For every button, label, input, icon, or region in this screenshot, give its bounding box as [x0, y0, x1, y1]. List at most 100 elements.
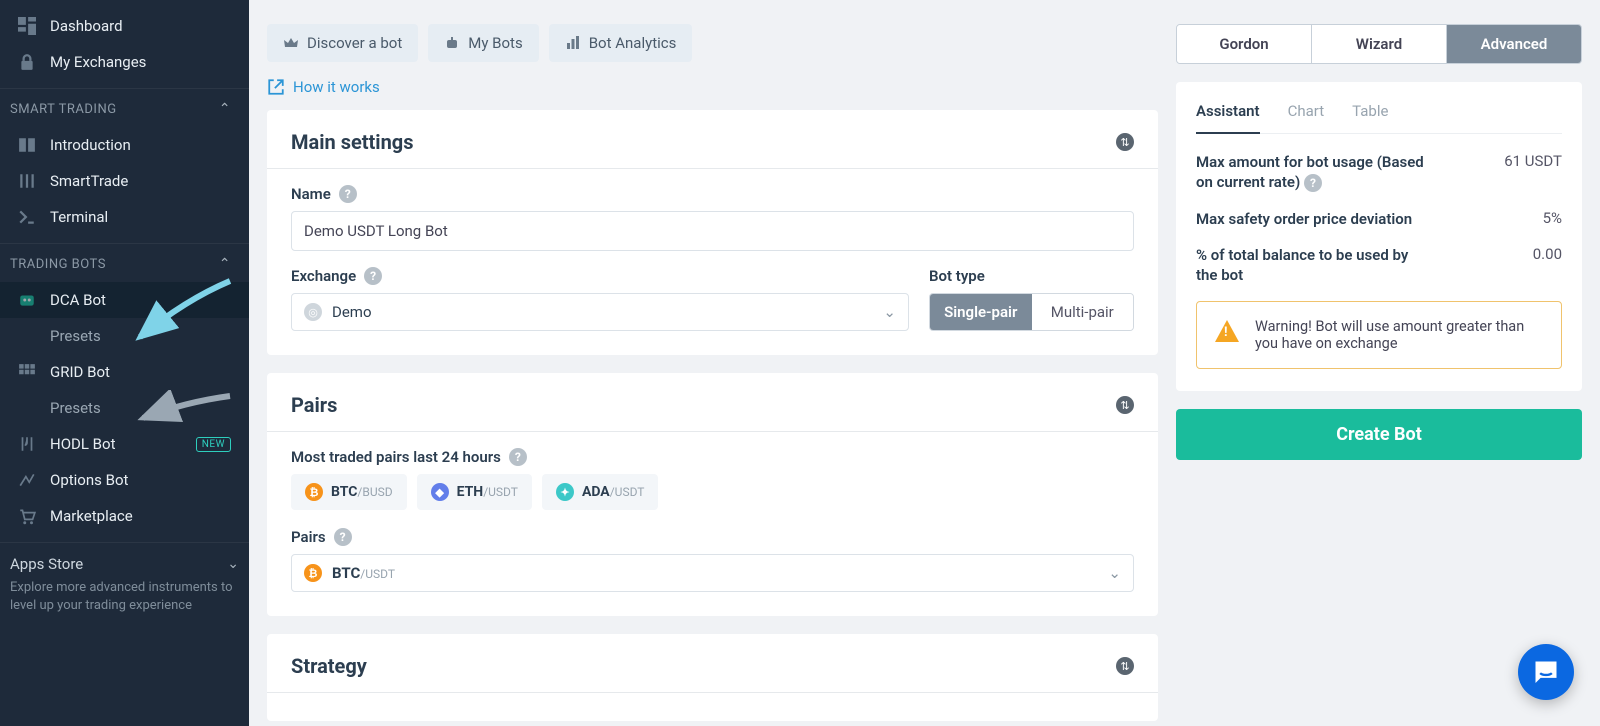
bot-type-single[interactable]: Single-pair: [930, 294, 1032, 330]
sidebar-section-apps-store[interactable]: Apps Store ⌄ Explore more advanced instr…: [0, 542, 249, 626]
robot-icon: [444, 35, 460, 51]
sidebar-item-hodl-bot[interactable]: HODL Bot NEW: [0, 426, 249, 462]
sidebar-item-my-exchanges[interactable]: My Exchanges: [0, 44, 249, 80]
card-main-settings: Main settings ⇅ Name ? Exchange ? ◎: [267, 110, 1158, 355]
subtab-assistant[interactable]: Assistant: [1196, 98, 1260, 134]
sidebar-label: Presets: [50, 399, 101, 417]
exchange-select[interactable]: ◎ Demo ⌄: [291, 293, 909, 331]
bot-name-input[interactable]: [291, 211, 1134, 251]
subtab-chart[interactable]: Chart: [1288, 98, 1325, 133]
bottype-label: Bot type: [929, 267, 985, 285]
sidebar-item-introduction[interactable]: Introduction: [0, 127, 249, 163]
warning-box: Warning! Bot will use amount greater tha…: [1196, 301, 1562, 369]
swap-icon[interactable]: ⇅: [1116, 133, 1134, 151]
top-tabs: Discover a bot My Bots Bot Analytics: [267, 0, 1158, 70]
new-badge: NEW: [196, 437, 231, 452]
card-strategy: Strategy ⇅: [267, 634, 1158, 721]
sidebar-item-grid-bot[interactable]: GRID Bot: [0, 354, 249, 390]
sidebar-label: Terminal: [50, 208, 108, 226]
pair-quote: /BUSD: [357, 485, 392, 499]
sliders-icon: [18, 172, 36, 190]
sidebar-item-dca-presets[interactable]: Presets: [0, 318, 249, 354]
tab-label: My Bots: [468, 34, 522, 52]
sidebar-item-terminal[interactable]: Terminal: [0, 199, 249, 235]
sidebar-item-dca-bot[interactable]: DCA Bot: [0, 282, 249, 318]
exchange-value: Demo: [332, 303, 372, 321]
chevron-down-icon: ⌄: [1108, 564, 1121, 582]
how-it-works-link[interactable]: How it works: [267, 70, 1158, 110]
coin-icon: ◆: [431, 483, 449, 501]
stat-label: Max safety order price deviation: [1196, 209, 1412, 229]
sidebar-label: GRID Bot: [50, 363, 110, 381]
sidebar-item-options-bot[interactable]: Options Bot: [0, 462, 249, 498]
help-icon[interactable]: ?: [1304, 174, 1322, 192]
right-column: Gordon Wizard Advanced Assistant Chart T…: [1176, 0, 1582, 726]
pair-chip[interactable]: ✦ADA/USDT: [542, 474, 659, 510]
mode-advanced[interactable]: Advanced: [1447, 25, 1581, 63]
card-title: Pairs: [291, 393, 337, 417]
subtab-table[interactable]: Table: [1352, 98, 1388, 133]
chat-icon: [1532, 658, 1560, 686]
assistant-panel: Assistant Chart Table Max amount for bot…: [1176, 82, 1582, 391]
sidebar-label: Dashboard: [50, 17, 123, 35]
crown-icon: [283, 35, 299, 51]
card-title: Main settings: [291, 130, 414, 154]
cutlery-icon: [18, 435, 36, 453]
section-label: SMART TRADING: [10, 102, 117, 117]
sidebar-label: Options Bot: [50, 471, 128, 489]
assistant-subtabs: Assistant Chart Table: [1196, 98, 1562, 134]
pair-quote: /USDT: [483, 485, 518, 499]
create-bot-button[interactable]: Create Bot: [1176, 409, 1582, 460]
mode-wizard[interactable]: Wizard: [1312, 25, 1447, 63]
pairs-select[interactable]: ₿ BTC/USDT ⌄: [291, 554, 1134, 592]
help-icon[interactable]: ?: [334, 528, 352, 546]
mode-gordon[interactable]: Gordon: [1177, 25, 1312, 63]
robot-icon: [18, 291, 36, 309]
stat-max-amount: Max amount for bot usage (Based on curre…: [1196, 152, 1562, 193]
sidebar-item-marketplace[interactable]: Marketplace: [0, 498, 249, 534]
lock-icon: [18, 53, 36, 71]
sidebar-label: SmartTrade: [50, 172, 128, 190]
sidebar-section-trading-bots[interactable]: TRADING BOTS ⌃: [0, 243, 249, 282]
external-link-icon: [267, 78, 285, 96]
tab-discover-bot[interactable]: Discover a bot: [267, 24, 418, 62]
chevron-down-icon: ⌄: [883, 303, 896, 321]
sidebar-section-smart-trading[interactable]: SMART TRADING ⌃: [0, 88, 249, 127]
sidebar-item-smarttrade[interactable]: SmartTrade: [0, 163, 249, 199]
help-icon[interactable]: ?: [364, 267, 382, 285]
bot-type-multi[interactable]: Multi-pair: [1032, 294, 1134, 330]
pair-chip[interactable]: ₿ BTC/BUSD: [291, 474, 407, 510]
sidebar-label: HODL Bot: [50, 435, 115, 453]
most-traded-label: Most traded pairs last 24 hours: [291, 448, 501, 466]
sidebar: Dashboard My Exchanges SMART TRADING ⌃ I…: [0, 0, 249, 726]
stat-value: 0.00: [1533, 245, 1562, 263]
help-icon[interactable]: ?: [509, 448, 527, 466]
cart-icon: [18, 507, 36, 525]
swap-icon[interactable]: ⇅: [1116, 657, 1134, 675]
options-icon: [18, 471, 36, 489]
pairs-label: Pairs: [291, 528, 326, 546]
card-title: Strategy: [291, 654, 367, 678]
help-icon[interactable]: ?: [339, 185, 357, 203]
stat-value: 5%: [1543, 209, 1562, 227]
chevron-down-icon: ⌄: [227, 556, 239, 572]
swap-icon[interactable]: ⇅: [1116, 396, 1134, 414]
coin-icon: ₿: [305, 483, 323, 501]
book-icon: [18, 136, 36, 154]
center-column: Discover a bot My Bots Bot Analytics How…: [267, 0, 1158, 726]
tab-bot-analytics[interactable]: Bot Analytics: [549, 24, 693, 62]
exchange-label: Exchange: [291, 267, 356, 285]
sidebar-item-grid-presets[interactable]: Presets: [0, 390, 249, 426]
pair-base: BTC: [331, 484, 357, 500]
btc-icon: ₿: [304, 564, 322, 582]
section-label: TRADING BOTS: [10, 257, 106, 272]
chat-widget-button[interactable]: [1518, 644, 1574, 700]
sidebar-label: My Exchanges: [50, 53, 146, 71]
stat-label: % of total balance to be used by the bot: [1196, 245, 1426, 286]
tab-my-bots[interactable]: My Bots: [428, 24, 538, 62]
dashboard-icon: [18, 17, 36, 35]
sidebar-item-dashboard[interactable]: Dashboard: [0, 8, 249, 44]
pair-chip[interactable]: ◆ETH/USDT: [417, 474, 532, 510]
exchange-icon: ◎: [304, 303, 322, 321]
pair-base: BTC: [332, 564, 360, 582]
